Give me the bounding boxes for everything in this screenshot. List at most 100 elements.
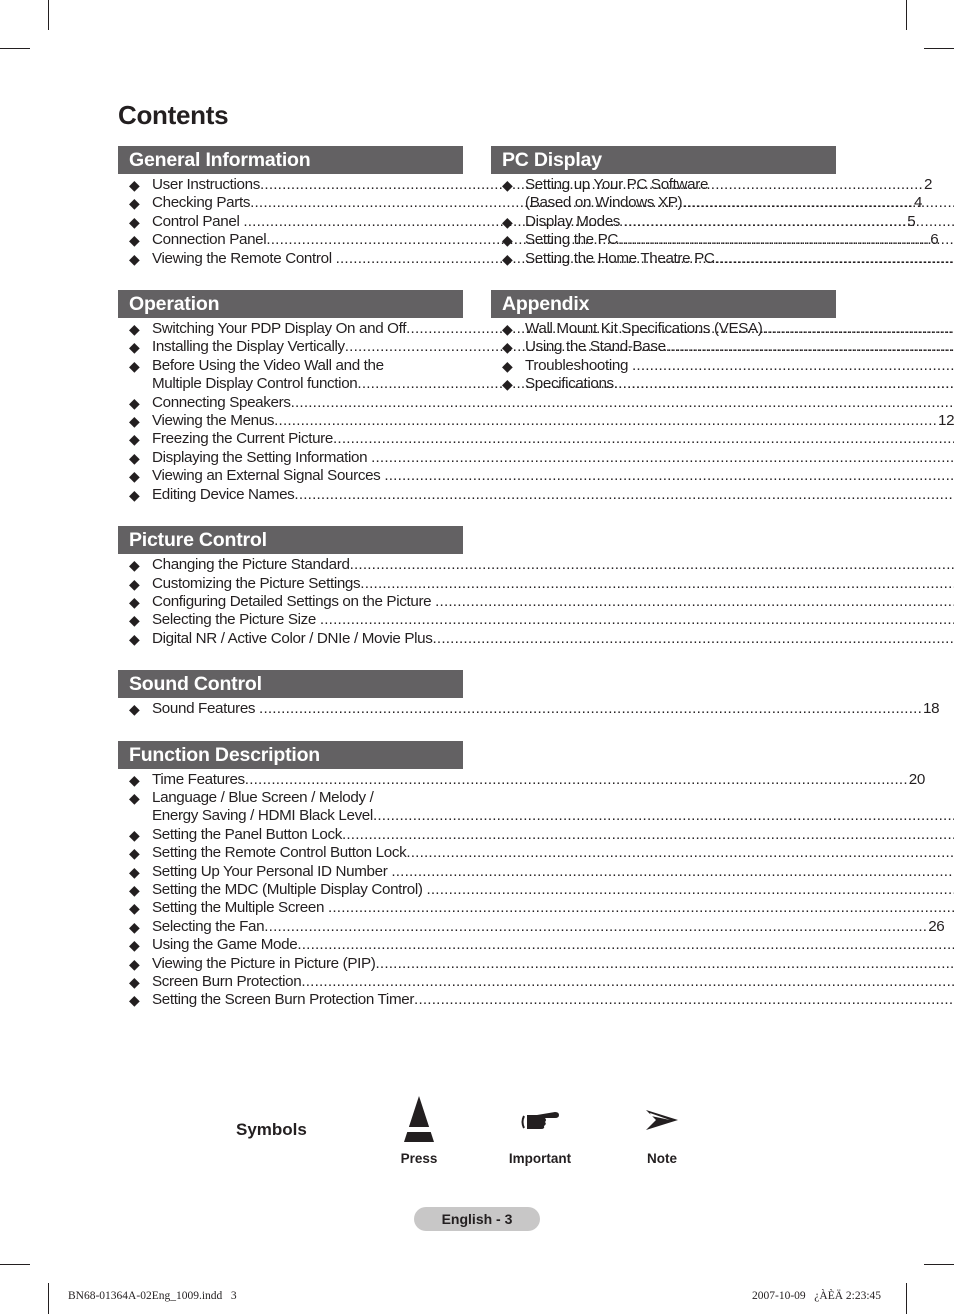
- diamond-bullet-icon: ◆: [129, 232, 140, 249]
- toc-entry-title: Troubleshooting: [525, 356, 632, 374]
- toc-entry[interactable]: ◆Setting the PC33: [491, 231, 836, 249]
- toc-entry[interactable]: ◆ Viewing the Menus 12: [118, 412, 954, 430]
- toc-entry[interactable]: ◆Viewing the Picture in Picture (PIP)28: [118, 955, 463, 973]
- toc-entry[interactable]: ◆Control Panel 5: [118, 212, 915, 231]
- diamond-bullet-icon: ◆: [129, 974, 140, 990]
- toc-entry-title: Control Panel: [152, 212, 244, 230]
- crop-mark: [0, 1264, 30, 1265]
- dot-leader: [333, 430, 954, 448]
- toc-section: Appendix ◆ Wall Mount Kit Specifications (…: [491, 290, 836, 394]
- symbol-press: Press: [388, 1094, 450, 1166]
- toc-entry[interactable]: ◆Checking Parts4: [118, 194, 922, 212]
- toc-entry[interactable]: ◆ Setting the Screen Burn Protection Time…: [118, 991, 463, 1009]
- crop-mark: [924, 48, 954, 49]
- toc-entry[interactable]: ◆Freezing the Current Picture12: [118, 430, 463, 448]
- toc-entry[interactable]: ◆Viewing an External Signal Sources 13: [118, 467, 463, 485]
- toc-entry-title: Sound Features: [152, 700, 260, 718]
- toc-entry-page-number: 26: [928, 917, 945, 935]
- diamond-bullet-icon: ◆: [502, 213, 513, 230]
- diamond-bullet-icon: ◆: [129, 955, 140, 972]
- toc-entry[interactable]: ◆Setting Up Your Personal ID Number 23: [118, 863, 463, 881]
- dot-leader: [384, 467, 954, 485]
- toc-item-list: ◆User Instructions2◆Checking Parts4◆Cont…: [118, 176, 938, 268]
- toc-entry[interactable]: ◆ Time Features 20: [118, 771, 925, 789]
- symbol-note: Note: [630, 1094, 694, 1166]
- crop-mark: [906, 1283, 907, 1314]
- toc-section: Picture Control ◆ Changing the Picture Sta…: [118, 526, 463, 648]
- toc-entry[interactable]: ◆Viewing the Remote Control 7: [118, 250, 463, 268]
- diamond-bullet-icon: ◆: [129, 486, 140, 503]
- toc-entry-title: Connection Panel: [152, 231, 267, 249]
- toc-entry[interactable]: ◆Connecting Speakers 11: [118, 394, 463, 412]
- toc-entry[interactable]: ◆Troubleshooting 36: [491, 357, 836, 375]
- dot-leader: [406, 844, 954, 862]
- section-heading: Picture Control: [118, 526, 463, 555]
- toc-entry-title: Changing the Picture Standard: [152, 556, 350, 574]
- crop-mark: [48, 0, 49, 30]
- crop-mark: [48, 1283, 49, 1314]
- dot-leader: [614, 375, 954, 393]
- toc-entry-title: Freezing the Current Picture: [152, 430, 333, 448]
- toc-item-list: ◆Changing the Picture Standard14◆Customi…: [118, 556, 463, 648]
- toc-entry-title: Setting the Multiple Screen: [152, 899, 328, 917]
- toc-entry[interactable]: ◆ Sound Features 18: [118, 700, 939, 718]
- page-title: Contents: [118, 100, 229, 130]
- toc-entry[interactable]: ◆Customizing the Picture Settings14: [118, 575, 463, 593]
- toc-entry[interactable]: ◆ Setting the MDC (Multiple Display Contr…: [118, 881, 463, 899]
- diamond-bullet-icon: ◆: [129, 394, 140, 411]
- toc-item-list: ◆ Sound Features 18: [118, 700, 939, 718]
- toc-entry[interactable]: ◆Setting the Panel Button Lock22: [118, 826, 463, 844]
- toc-entry[interactable]: ◆ Language / Blue Screen / Melody / Energy…: [118, 789, 463, 826]
- toc-entry-title: Viewing the Menus: [152, 412, 275, 430]
- toc-entry[interactable]: ◆Specifications37: [491, 375, 836, 393]
- toc-entry-title: Setting the Screen Burn Protection Timer: [152, 991, 415, 1009]
- toc-entry-title: Connecting Speakers: [152, 393, 291, 411]
- diamond-bullet-icon: ◆: [129, 213, 140, 230]
- toc-entry[interactable]: ◆Display Modes 32: [491, 213, 836, 231]
- symbol-note-label: Note: [647, 1151, 677, 1166]
- toc-entry[interactable]: ◆Setting the Multiple Screen 25: [118, 899, 463, 917]
- toc-entry[interactable]: ◆Using the Game Mode27: [118, 936, 463, 954]
- section-heading: Sound Control: [118, 670, 463, 699]
- toc-entry-title: Editing Device Names: [152, 485, 295, 503]
- toc-entry-page-number: 18: [922, 700, 940, 718]
- toc-entry[interactable]: ◆Editing Device Names13: [118, 486, 463, 504]
- section-heading: Appendix: [491, 290, 836, 319]
- crop-mark: [906, 0, 907, 30]
- toc-entry[interactable]: ◆Selecting the Picture Size 16: [118, 611, 463, 629]
- diamond-bullet-icon: ◆: [129, 339, 140, 356]
- toc-entry[interactable]: ◆Installing the Display Vertically9: [118, 338, 463, 356]
- toc-entry[interactable]: ◆User Instructions2: [118, 176, 932, 194]
- toc-entry[interactable]: ◆Screen Burn Protection29: [118, 973, 463, 991]
- toc-entry[interactable]: ◆ Setting up Your PC Software (Based on Wi…: [491, 176, 836, 213]
- toc-entry[interactable]: ◆ Before Using the Video Wall and the Mult…: [118, 357, 463, 394]
- dot-leader: [763, 320, 954, 338]
- diamond-bullet-icon: ◆: [129, 845, 140, 862]
- press-triangle-icon: [402, 1096, 436, 1142]
- toc-entry-title: Setting up Your PC Software: [525, 176, 709, 193]
- toc-entry-title: Configuring Detailed Settings on the Pic…: [152, 592, 436, 610]
- diamond-bullet-icon: ◆: [129, 789, 140, 806]
- toc-entry[interactable]: ◆Connection Panel6: [118, 231, 938, 249]
- diamond-bullet-icon: ◆: [129, 575, 140, 592]
- toc-entry[interactable]: ◆Setting the Remote Control Button Lock2…: [118, 844, 463, 862]
- diamond-bullet-icon: ◆: [129, 413, 140, 430]
- toc-entry[interactable]: ◆Switching Your PDP Display On and Off8: [118, 320, 463, 338]
- toc-item-list: ◆ Setting up Your PC Software (Based on Wi…: [491, 176, 836, 268]
- toc-entry-title: Specifications: [525, 375, 614, 393]
- toc-item-list: ◆ Time Features 20 ◆ Language / Blue Screen …: [118, 771, 944, 1010]
- toc-entry[interactable]: ◆ Configuring Detailed Settings on the Pi…: [118, 593, 463, 611]
- pointing-hand-icon: [521, 1112, 559, 1129]
- toc-entry[interactable]: ◆ Digital NR / Active Color / DNIe / Movi…: [118, 630, 463, 648]
- toc-entry[interactable]: ◆Setting the Home Theatre PC34: [491, 250, 836, 268]
- diamond-bullet-icon: ◆: [502, 177, 513, 193]
- toc-entry[interactable]: ◆Displaying the Setting Information 12: [118, 449, 463, 467]
- diamond-bullet-icon: ◆: [129, 449, 140, 466]
- toc-entry[interactable]: ◆Wall Mount Kit Specifications (VESA)34: [491, 320, 836, 338]
- section-heading: PC Display: [491, 146, 836, 174]
- diamond-bullet-icon: ◆: [129, 557, 140, 574]
- toc-entry[interactable]: ◆Using the Stand-Base35: [491, 338, 836, 356]
- toc-entry[interactable]: ◆ Selecting the Fan 26: [118, 918, 944, 936]
- toc-section: Function Description ◆ Time Features 20 ◆ Lan…: [118, 740, 944, 1010]
- toc-entry[interactable]: ◆Changing the Picture Standard14: [118, 556, 463, 574]
